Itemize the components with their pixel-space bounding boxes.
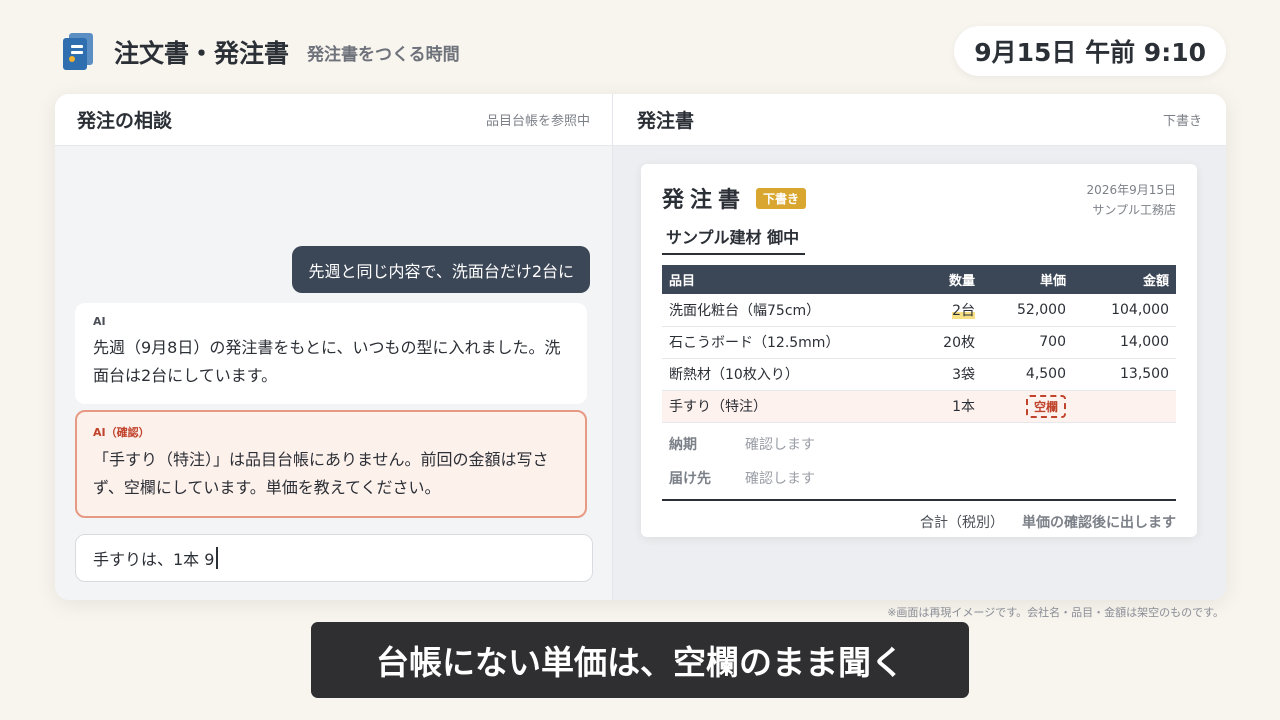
cell-price: 空欄: [982, 390, 1073, 423]
table-row-flagged: 手すり（特注） 1本 空欄: [662, 390, 1176, 423]
document-title: 発注書: [662, 188, 747, 213]
ai-confirm-message: AI（確認） 「手すり（特注）」は品目台帳にありません。前回の金額は写さず、空欄…: [75, 410, 587, 518]
order-table-header: 品目 数量 単価 金額: [662, 265, 1176, 294]
cell-amount: 104,000: [1073, 294, 1176, 327]
cell-qty: 3袋: [900, 358, 982, 391]
order-table: 品目 数量 単価 金額 洗面化粧台（幅75cm） 2台 52,000 104,0…: [662, 265, 1176, 423]
text-caret: [216, 547, 219, 569]
column-header-qty: 数量: [900, 265, 982, 294]
total-value: 単価の確認後に出します: [1022, 514, 1176, 531]
cell-item: 手すり（特注）: [662, 390, 900, 423]
column-header-price: 単価: [982, 265, 1073, 294]
destination-row: 届け先 確認します: [662, 461, 1176, 495]
delivery-date-row: 納期 確認します: [662, 427, 1176, 461]
table-row: 洗面化粧台（幅75cm） 2台 52,000 104,000: [662, 294, 1176, 327]
document-panel-status: 下書き: [1162, 114, 1202, 129]
total-row: 合計（税別） 単価の確認後に出します: [662, 498, 1176, 543]
column-header-amount: 金額: [1073, 265, 1176, 294]
document-date: 2026年9月15日: [1086, 183, 1176, 197]
app-subtitle: 発注書をつくる時間: [307, 44, 460, 65]
cell-item: 洗面化粧台（幅75cm）: [662, 294, 900, 327]
ai-message-text: 先週（9月8日）の発注書をもとに、いつもの型に入れました。洗面台は2台にしていま…: [93, 338, 561, 385]
cell-qty: 1本: [900, 390, 982, 423]
document-meta: 2026年9月15日 サンプル工務店: [1087, 180, 1176, 220]
document-icon: [60, 32, 96, 72]
caption-banner: 台帳にない単価は、空欄のまま聞く: [311, 622, 969, 698]
table-row: 石こうボード（12.5mm） 20枚 700 14,000: [662, 326, 1176, 359]
chat-panel-header: 発注の相談 品目台帳を参照中: [55, 94, 612, 146]
cell-item: 石こうボード（12.5mm）: [662, 326, 900, 359]
ai-confirm-text: 「手すり（特注）」は品目台帳にありません。前回の金額は写さず、空欄にしています。…: [93, 450, 549, 497]
chat-panel-status: 品目台帳を参照中: [485, 114, 590, 129]
draft-badge: 下書き: [756, 187, 807, 209]
total-label: 合計（税別）: [920, 514, 1004, 531]
purchase-order-document: 発注書 下書き 2026年9月15日 サンプル工務店 サンプル建材 御中 品目 …: [641, 164, 1197, 537]
document-recipient: サンプル建材 御中: [662, 224, 806, 255]
document-panel: 発注書 下書き 発注書 下書き 2026年9月15日 サンプル工務店 サンプル建…: [613, 94, 1226, 600]
blank-price-tag: 空欄: [1025, 394, 1066, 418]
cell-amount: 13,500: [1073, 358, 1176, 391]
cell-price: 4,500: [982, 358, 1073, 391]
destination-label: 届け先: [669, 470, 711, 487]
cell-amount: 14,000: [1073, 326, 1176, 359]
app-header: 注文書・発注書 発注書をつくる時間: [60, 30, 460, 74]
user-message: 先週と同じ内容で、洗面台だけ2台に: [292, 246, 590, 293]
ai-message: AI 先週（9月8日）の発注書をもとに、いつもの型に入れました。洗面台は2台にし…: [75, 303, 587, 404]
delivery-date-value: 確認します: [745, 436, 815, 453]
column-header-item: 品目: [662, 265, 900, 294]
delivery-date-label: 納期: [669, 436, 697, 453]
disclaimer: ※画面は再現イメージです。会社名・品目・金額は架空のものです。: [887, 606, 1224, 619]
document-panel-title: 発注書: [637, 110, 695, 132]
chat-panel-title: 発注の相談: [77, 110, 173, 132]
document-issuer: サンプル工務店: [1092, 203, 1176, 217]
clock: 9月15日 午前 9:10: [954, 26, 1226, 76]
chat-input-text: 手すりは、1本 9: [93, 550, 215, 569]
app-title: 注文書・発注書: [114, 39, 290, 68]
cell-amount: [1073, 390, 1176, 423]
chat-input[interactable]: 手すりは、1本 9: [75, 534, 593, 582]
document-panel-header: 発注書 下書き: [613, 94, 1226, 146]
cell-price: 52,000: [982, 294, 1073, 327]
cell-price: 700: [982, 326, 1073, 359]
chat-panel: 発注の相談 品目台帳を参照中 先週と同じ内容で、洗面台だけ2台に AI 先週（9…: [55, 94, 613, 600]
cell-qty: 2台: [900, 294, 982, 327]
highlighted-qty: 2台: [952, 302, 975, 319]
main-window: 発注の相談 品目台帳を参照中 先週と同じ内容で、洗面台だけ2台に AI 先週（9…: [55, 94, 1226, 600]
ai-confirm-label: AI（確認）: [93, 426, 150, 439]
cell-qty: 20枚: [900, 326, 982, 359]
ai-message-label: AI: [93, 315, 106, 328]
cell-item: 断熱材（10枚入り）: [662, 358, 900, 391]
table-row: 断熱材（10枚入り） 3袋 4,500 13,500: [662, 358, 1176, 391]
destination-value: 確認します: [745, 470, 815, 487]
